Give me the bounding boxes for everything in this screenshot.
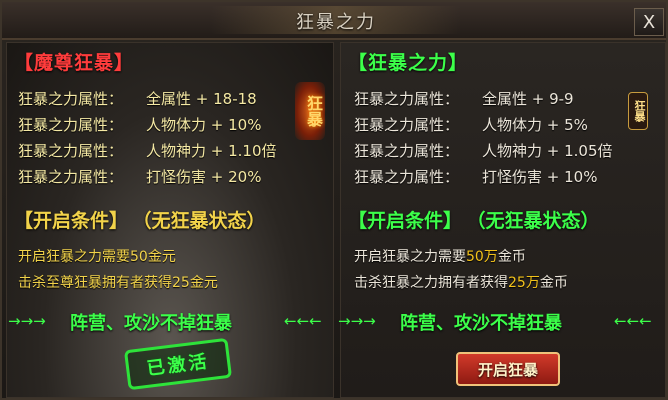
conditions-state: （无狂暴状态） <box>142 210 266 232</box>
condition-post: 金币 <box>539 275 568 291</box>
right-attr-row: 狂暴之力属性： 人物体力 + 5% <box>354 114 588 135</box>
close-button[interactable]: X <box>634 8 664 36</box>
attr-name: 狂暴之力属性： <box>354 116 460 134</box>
attr-name: 狂暴之力属性： <box>354 90 460 108</box>
attr-name: 狂暴之力属性： <box>18 90 124 108</box>
rage-emblem-small-icon: 狂暴 <box>628 92 648 130</box>
window-title: 狂暴之力 <box>296 12 376 33</box>
attr-value: 人物神力 + 1.10倍 <box>146 142 277 160</box>
attr-name: 狂暴之力属性： <box>18 142 124 160</box>
attr-value: 人物神力 + 1.05倍 <box>482 142 613 160</box>
conditions-state: （无狂暴状态） <box>476 210 600 232</box>
right-heading: 【狂暴之力】 <box>348 52 469 74</box>
banner-arrows-icon: →→→ <box>8 312 46 330</box>
condition-pre: 击杀狂暴之力拥有者获得 <box>354 275 508 291</box>
banner-arrows-icon: ←←← <box>614 312 652 330</box>
right-banner: 阵营、攻沙不掉狂暴 <box>400 313 562 334</box>
left-attr-row: 狂暴之力属性： 人物神力 + 1.10倍 <box>18 140 277 161</box>
attr-value: 打怪伤害 + 10% <box>482 168 598 186</box>
right-attr-row: 狂暴之力属性： 全属性 + 9-9 <box>354 88 574 109</box>
attr-name: 狂暴之力属性： <box>354 168 460 186</box>
rage-emblem-icon: 狂暴 <box>295 82 325 140</box>
right-attr-row: 狂暴之力属性： 打怪伤害 + 10% <box>354 166 597 187</box>
condition-pre: 开启狂暴之力需要 <box>354 249 466 265</box>
conditions-title: 【开启条件】 <box>14 210 129 232</box>
banner-arrows-icon: ←←← <box>284 312 322 330</box>
left-condition-line: 击杀至尊狂暴拥有者获得25金元 <box>18 275 218 291</box>
left-banner: 阵营、攻沙不掉狂暴 <box>70 313 232 334</box>
right-condition-line: 开启狂暴之力需要50万金币 <box>354 246 526 266</box>
right-attr-row: 狂暴之力属性： 人物神力 + 1.05倍 <box>354 140 613 161</box>
left-attr-row: 狂暴之力属性： 打怪伤害 + 20% <box>18 166 261 187</box>
attr-value: 人物体力 + 10% <box>146 116 262 134</box>
attr-name: 狂暴之力属性： <box>354 142 460 160</box>
attr-name: 狂暴之力属性： <box>18 168 124 186</box>
attr-value: 全属性 + 9-9 <box>482 90 574 108</box>
left-attr-row: 狂暴之力属性： 人物体力 + 10% <box>18 114 261 135</box>
right-condition-line: 击杀狂暴之力拥有者获得25万金币 <box>354 272 568 292</box>
rage-power-window: 狂暴之力 X 【魔尊狂暴】 狂暴之力属性： 全属性 + 18-18 狂暴之力属性：… <box>0 0 668 400</box>
condition-post: 金币 <box>497 249 526 265</box>
left-conditions-heading: 【开启条件】 （无狂暴状态） <box>14 206 266 233</box>
right-conditions-heading: 【开启条件】 （无狂暴状态） <box>348 206 600 233</box>
activate-rage-button[interactable]: 开启狂暴 <box>456 352 560 386</box>
condition-amount: 50万 <box>466 249 498 265</box>
left-heading: 【魔尊狂暴】 <box>14 52 135 74</box>
condition-amount: 25万 <box>508 275 540 291</box>
banner-arrows-icon: →→→ <box>338 312 376 330</box>
attr-value: 打怪伤害 + 20% <box>146 168 262 186</box>
title-bar: 狂暴之力 X <box>2 2 666 40</box>
attr-value: 人物体力 + 5% <box>482 116 588 134</box>
left-attr-row: 狂暴之力属性： 全属性 + 18-18 <box>18 88 257 109</box>
conditions-title: 【开启条件】 <box>348 210 463 232</box>
attr-value: 全属性 + 18-18 <box>146 90 257 108</box>
attr-name: 狂暴之力属性： <box>18 116 124 134</box>
left-condition-line: 开启狂暴之力需要50金元 <box>18 249 176 265</box>
